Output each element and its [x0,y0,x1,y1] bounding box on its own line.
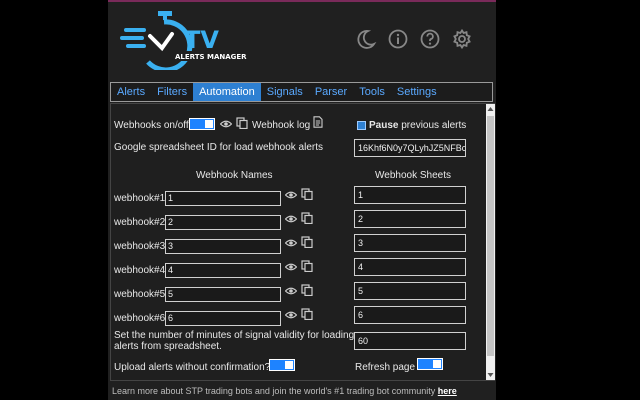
webhook-row-label: webhook#4 [114,265,166,276]
webhook-sheet-input[interactable]: 6 [354,306,466,324]
copy-icon[interactable] [301,188,313,200]
webhooks-toggle[interactable] [189,118,215,130]
gear-icon[interactable] [451,28,473,50]
footer-link[interactable]: here [438,386,457,396]
spreadsheet-label: Google spreadsheet ID for load webhook a… [114,142,324,153]
copy-icon[interactable] [301,260,313,272]
eye-icon[interactable] [285,285,297,297]
tab-filters[interactable]: Filters [151,83,193,101]
eye-icon[interactable] [285,309,297,321]
upload-without-confirmation-label: Upload alerts without confirmation? [114,362,271,373]
scrollbar-thumb[interactable] [487,116,494,356]
scroll-up-arrow-icon[interactable] [487,106,494,112]
extension-panel: TV ALERTS MANAGER Alerts Filters Automat… [108,0,496,400]
eye-icon[interactable] [285,189,297,201]
webhook-names-header: Webhook Names [196,170,273,181]
refresh-page-toggle[interactable] [417,358,443,370]
webhook-row-label: webhook#2 [114,217,166,228]
webhook-name-input[interactable]: 4 [165,263,281,278]
webhook-sheet-input[interactable]: 2 [354,210,466,228]
webhook-sheet-input[interactable]: 5 [354,282,466,300]
pause-checkbox[interactable] [357,121,366,130]
eye-icon[interactable] [285,237,297,249]
footer: Learn more about STP trading bots and jo… [112,386,457,396]
pause-label-bold: Pause [369,120,399,131]
webhook-sheet-input[interactable]: 3 [354,234,466,252]
copy-icon[interactable] [236,117,248,129]
log-file-icon[interactable] [312,116,324,128]
eye-icon[interactable] [285,213,297,225]
tab-automation[interactable]: Automation [193,83,261,101]
eye-icon[interactable] [220,118,232,130]
copy-icon[interactable] [301,308,313,320]
refresh-page-label: Refresh page [355,362,416,373]
webhook-row-label: webhook#3 [114,241,166,252]
tab-signals[interactable]: Signals [261,83,309,101]
app-logo: TV ALERTS MANAGER [120,8,250,73]
webhook-name-input[interactable]: 1 [165,191,281,206]
webhook-name-input[interactable]: 5 [165,287,281,302]
webhook-name-input[interactable]: 2 [165,215,281,230]
help-icon[interactable] [419,28,441,50]
webhook-row-label: webhook#6 [114,313,166,324]
webhook-sheet-input[interactable]: 1 [354,186,466,204]
spreadsheet-id-input[interactable]: 16Khf6N0y7QLyhJZ5NFBc [354,139,466,157]
webhook-row-label: webhook#1 [114,193,166,204]
info-icon[interactable] [387,28,409,50]
copy-icon[interactable] [301,212,313,224]
webhooks-toggle-label: Webhooks on/off [114,120,189,131]
pause-label-rest: previous alerts [401,120,467,131]
copy-icon[interactable] [301,236,313,248]
upload-without-confirmation-toggle[interactable] [269,359,295,371]
footer-text: Learn more about STP trading bots and jo… [112,386,436,396]
scroll-down-arrow-icon[interactable] [487,372,494,378]
scrollbar[interactable] [486,104,495,380]
webhook-sheet-input[interactable]: 4 [354,258,466,276]
logo-caption: ALERTS MANAGER [175,53,247,61]
webhook-name-input[interactable]: 6 [165,311,281,326]
logo-letters: TV [184,26,219,54]
copy-icon[interactable] [301,284,313,296]
validity-label-line-2: alerts from spreadsheet. [114,341,222,352]
webhook-sheets-header: Webhook Sheets [375,170,451,181]
tab-parser[interactable]: Parser [309,83,353,101]
automation-panel: Webhooks on/off Webhook log Pause previo… [110,103,495,381]
tab-settings[interactable]: Settings [391,83,443,101]
webhook-name-input[interactable]: 3 [165,239,281,254]
validity-minutes-input[interactable]: 60 [354,332,466,350]
pause-label: Pause previous alerts [369,120,466,132]
tab-tools[interactable]: Tools [353,83,391,101]
eye-icon[interactable] [285,261,297,273]
tab-bar: Alerts Filters Automation Signals Parser… [110,82,493,102]
moon-icon[interactable] [355,28,377,50]
webhook-row-label: webhook#5 [114,289,166,300]
tab-alerts[interactable]: Alerts [111,83,151,101]
webhook-log-label[interactable]: Webhook log [252,120,310,132]
